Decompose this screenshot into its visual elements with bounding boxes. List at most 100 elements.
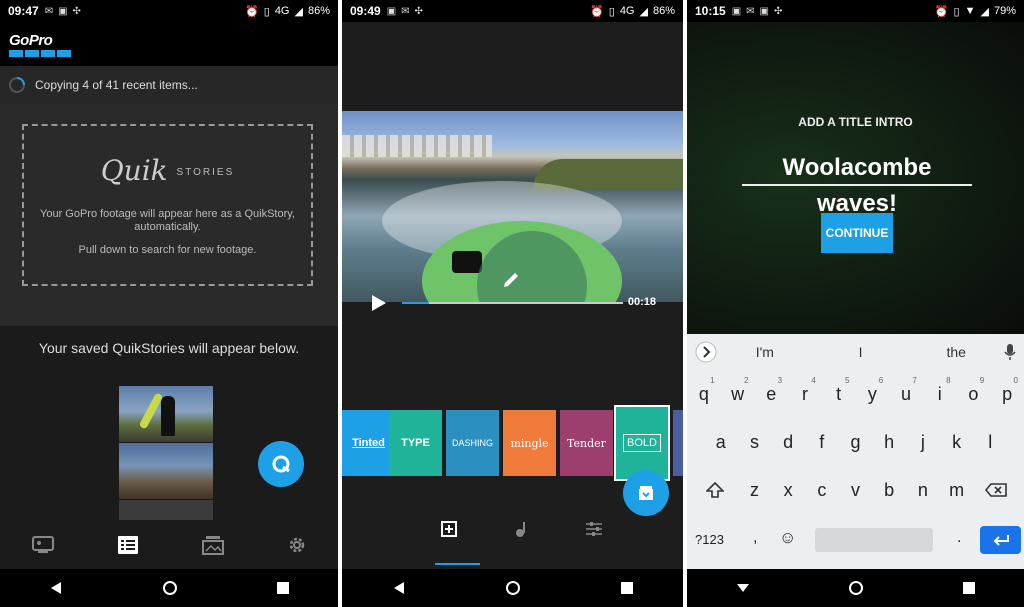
play-icon[interactable] bbox=[372, 295, 386, 311]
key-f[interactable]: f bbox=[805, 422, 839, 462]
key-y[interactable]: y6 bbox=[856, 374, 890, 414]
key-x[interactable]: x bbox=[771, 470, 805, 510]
key-u[interactable]: u7 bbox=[889, 374, 923, 414]
key-r[interactable]: r4 bbox=[788, 374, 822, 414]
comma-key[interactable]: , bbox=[753, 529, 757, 547]
microphone-icon[interactable] bbox=[1004, 343, 1016, 361]
pinwheel-icon: ✣ bbox=[72, 5, 81, 17]
key-p[interactable]: p0 bbox=[990, 374, 1024, 414]
video-preview[interactable] bbox=[342, 111, 683, 302]
theme-dashing[interactable]: DASHING bbox=[446, 410, 499, 476]
key-row-2: asdfghjkl bbox=[687, 422, 1024, 462]
quik-logo: Quik STORIES bbox=[100, 154, 235, 187]
camera-tab-icon[interactable] bbox=[31, 536, 54, 554]
title-input[interactable]: Woolacombe waves! bbox=[742, 150, 972, 217]
quikstories-screen: 09:47 ✉ ▣ ✣ ⏰ ▯ 4G ◢ 86% GoPro Copying 4 o… bbox=[0, 0, 338, 607]
active-tab-indicator bbox=[435, 563, 480, 565]
network-type: 4G bbox=[274, 5, 290, 17]
back-icon[interactable] bbox=[49, 581, 63, 595]
photos-icon: ▣ bbox=[386, 5, 397, 17]
back-icon[interactable] bbox=[392, 581, 406, 595]
vibrate-icon: ▯ bbox=[263, 5, 270, 18]
key-s[interactable]: s bbox=[738, 422, 772, 462]
key-d[interactable]: d bbox=[771, 422, 805, 462]
period-key[interactable]: . bbox=[957, 529, 961, 547]
recents-icon[interactable] bbox=[621, 582, 634, 594]
key-l[interactable]: l bbox=[973, 422, 1007, 462]
expand-suggestions-icon[interactable] bbox=[695, 341, 717, 363]
story-thumbnail[interactable] bbox=[119, 443, 213, 499]
status-bar: 09:49 ▣ ✉ ✣ ⏰ ▯ 4G ◢ 86% bbox=[342, 0, 683, 22]
key-i[interactable]: i8 bbox=[923, 374, 957, 414]
suggestion-item[interactable]: I'm bbox=[717, 344, 813, 360]
key-v[interactable]: v bbox=[839, 470, 873, 510]
key-q[interactable]: q1 bbox=[687, 374, 721, 414]
key-row-1: q1w2e3r4t5y6u7i8o9p0 bbox=[687, 374, 1024, 414]
adjust-tab-icon[interactable] bbox=[585, 521, 603, 537]
intro-label: ADD A TITLE INTRO bbox=[798, 115, 913, 129]
editor-tabs bbox=[412, 505, 632, 553]
key-t[interactable]: t5 bbox=[822, 374, 856, 414]
alarm-icon: ⏰ bbox=[934, 5, 949, 18]
key-a[interactable]: a bbox=[704, 422, 738, 462]
add-media-tab-icon[interactable] bbox=[441, 521, 457, 537]
system-nav-bar bbox=[0, 569, 338, 607]
continue-button[interactable]: CONTINUE bbox=[821, 213, 893, 253]
key-h[interactable]: h bbox=[872, 422, 906, 462]
key-b[interactable]: b bbox=[872, 470, 906, 510]
key-w[interactable]: w2 bbox=[721, 374, 755, 414]
home-icon[interactable] bbox=[505, 580, 521, 596]
home-icon[interactable] bbox=[162, 580, 178, 596]
quikstories-tab-icon[interactable] bbox=[117, 535, 139, 555]
progress-bar[interactable] bbox=[402, 302, 623, 304]
backspace-key-icon[interactable] bbox=[973, 470, 1019, 510]
empty-state-panel[interactable]: Quik STORIES Your GoPro footage will app… bbox=[0, 104, 338, 326]
theme-strip: Tinted TYPE DASHING mingle Tender BOLD bbox=[342, 405, 683, 481]
symbols-key[interactable]: ?123 bbox=[695, 532, 724, 547]
shift-key-icon[interactable] bbox=[692, 470, 738, 510]
key-m[interactable]: m bbox=[940, 470, 974, 510]
enter-key[interactable] bbox=[980, 526, 1021, 554]
settings-tab-icon[interactable] bbox=[287, 535, 307, 555]
photos-icon: ▣ bbox=[731, 5, 742, 17]
theme-tinted[interactable]: Tinted bbox=[342, 410, 395, 476]
space-key[interactable] bbox=[815, 528, 933, 552]
quik-create-button[interactable] bbox=[258, 441, 304, 487]
gopro-logo: GoPro bbox=[9, 32, 71, 57]
key-row-bottom: ?123 , ☺ . bbox=[687, 524, 1024, 564]
suggestion-item[interactable]: the bbox=[908, 344, 1004, 360]
key-j[interactable]: j bbox=[906, 422, 940, 462]
collapse-keyboard-icon[interactable] bbox=[736, 583, 750, 593]
key-o[interactable]: o9 bbox=[957, 374, 991, 414]
key-e[interactable]: e3 bbox=[754, 374, 788, 414]
on-screen-keyboard: I'm I the q1w2e3r4t5y6u7i8o9p0 asdfghjkl… bbox=[687, 334, 1024, 569]
battery-level: 79% bbox=[993, 5, 1016, 17]
music-tab-icon[interactable] bbox=[515, 521, 527, 537]
pinwheel-icon: ✣ bbox=[774, 5, 783, 17]
status-bar: 10:15 ▣ ✉ ▣ ✣ ⏰ ▯ ▼ ◢ 79% bbox=[687, 0, 1024, 22]
key-n[interactable]: n bbox=[906, 470, 940, 510]
notification-icon: ✉ bbox=[401, 5, 410, 17]
pencil-icon[interactable] bbox=[502, 271, 520, 289]
home-icon[interactable] bbox=[848, 580, 864, 596]
gmail-icon: ✉ bbox=[746, 5, 755, 17]
theme-mingle[interactable]: mingle bbox=[503, 410, 556, 476]
emoji-icon[interactable]: ☺ bbox=[779, 528, 796, 548]
suggestion-item[interactable]: I bbox=[813, 344, 909, 360]
theme-tender[interactable]: Tender bbox=[560, 410, 613, 476]
theme-type[interactable]: TYPE bbox=[389, 410, 442, 476]
key-k[interactable]: k bbox=[940, 422, 974, 462]
alarm-icon: ⏰ bbox=[245, 5, 259, 18]
copy-progress-bar: Copying 4 of 41 recent items... bbox=[0, 66, 338, 104]
empty-state-message: Your GoPro footage will appear here as a… bbox=[40, 208, 295, 233]
media-tab-icon[interactable] bbox=[201, 535, 224, 555]
key-z[interactable]: z bbox=[738, 470, 772, 510]
key-c[interactable]: c bbox=[805, 470, 839, 510]
key-g[interactable]: g bbox=[839, 422, 873, 462]
title-intro-screen: 10:15 ▣ ✉ ▣ ✣ ⏰ ▯ ▼ ◢ 79% ADD A TITLE INTRO… bbox=[687, 0, 1024, 607]
more-themes-indicator[interactable] bbox=[673, 410, 683, 476]
recents-icon[interactable] bbox=[276, 582, 289, 594]
story-thumbnail[interactable] bbox=[119, 386, 213, 442]
story-thumbnail[interactable] bbox=[119, 500, 213, 520]
recents-icon[interactable] bbox=[962, 582, 975, 594]
